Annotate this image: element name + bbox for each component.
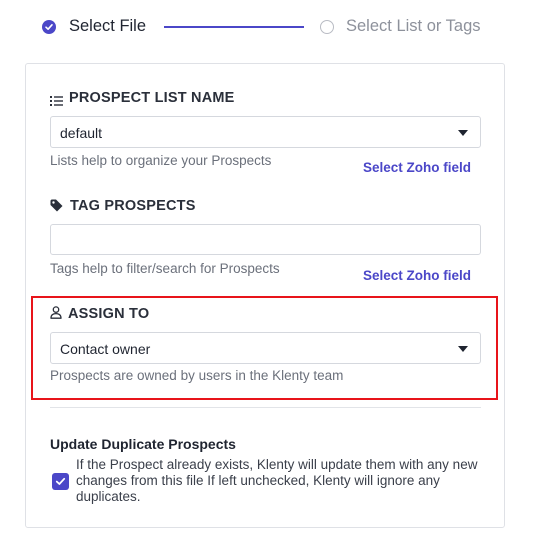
divider — [50, 407, 481, 408]
assign-to-value: Contact owner — [60, 341, 151, 357]
prospect-list-zoho-link[interactable]: Select Zoho field — [363, 160, 471, 175]
update-duplicates-checkbox[interactable] — [52, 473, 69, 490]
stepper: Select File Select List or Tags — [42, 14, 502, 40]
tag-prospects-input[interactable] — [50, 224, 481, 255]
prospect-list-help: Lists help to organize your Prospects — [50, 153, 272, 168]
tag-prospects-title: TAG PROSPECTS — [70, 198, 196, 214]
update-duplicates-title: Update Duplicate Prospects — [50, 436, 236, 452]
tag-prospects-zoho-link[interactable]: Select Zoho field — [363, 268, 471, 283]
circle-icon — [320, 20, 334, 34]
prospect-list-title: PROSPECT LIST NAME — [69, 90, 235, 106]
tag-icon — [50, 199, 63, 217]
step-select-file[interactable]: Select File — [69, 17, 146, 36]
step-select-list-or-tags[interactable]: Select List or Tags — [346, 17, 481, 36]
tag-prospects-help: Tags help to filter/search for Prospects — [50, 261, 280, 276]
assign-to-help: Prospects are owned by users in the Klen… — [50, 368, 344, 383]
caret-down-icon — [458, 346, 468, 352]
list-icon — [50, 94, 63, 112]
import-settings-card: PROSPECT LIST NAME default Lists help to… — [25, 63, 505, 528]
step-connector — [164, 26, 304, 28]
prospect-list-select[interactable]: default — [50, 116, 481, 148]
check-circle-icon — [42, 20, 56, 34]
assign-to-title: ASSIGN TO — [68, 306, 150, 322]
caret-down-icon — [458, 130, 468, 136]
update-duplicates-description: If the Prospect already exists, Klenty w… — [76, 457, 478, 504]
assign-to-select[interactable]: Contact owner — [50, 332, 481, 364]
prospect-list-value: default — [60, 125, 103, 141]
user-icon — [50, 306, 62, 324]
